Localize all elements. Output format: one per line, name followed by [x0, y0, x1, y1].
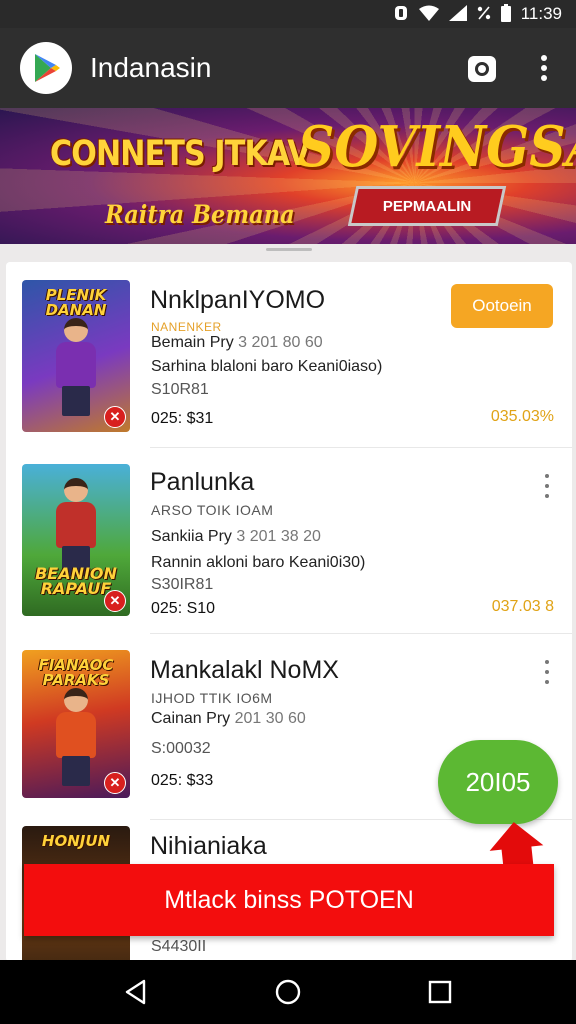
app-bar: Indanasin [0, 28, 576, 108]
nav-bar [0, 960, 576, 1024]
game-meta: Cainan Pry 201 30 60 [151, 710, 306, 727]
status-time: 11:39 [520, 4, 562, 23]
game-subtitle: ARSO TOIK IOAM [151, 502, 274, 518]
game-rating: 037.03 8 [491, 598, 554, 615]
vibrate-icon [477, 5, 491, 24]
game-title[interactable]: Mankalakl NoMX [150, 656, 339, 685]
game-price: 025: $33 [151, 772, 214, 789]
game-code: S4430II [151, 938, 207, 955]
game-subtitle: IJHOD TTIK IO6M [151, 690, 273, 706]
status-bar: 11:39 [0, 0, 576, 28]
nfc-icon [393, 5, 409, 24]
list-item[interactable]: PLENIK DANAN ✕ NnklpanIYOMO NANENKER Bem… [6, 262, 572, 448]
game-code: S10R81 [151, 381, 209, 398]
game-cover[interactable]: BEANION RAPAUF ✕ [22, 464, 130, 616]
close-icon[interactable]: ✕ [104, 590, 126, 612]
game-subtitle: NANENKER [151, 320, 222, 334]
promo-bar-button[interactable]: Mtlack binss POTOEN [24, 864, 554, 936]
drag-handle[interactable] [266, 248, 312, 251]
banner-divider [0, 244, 576, 260]
row-more-icon[interactable] [542, 474, 552, 498]
game-title[interactable]: NnklpanIYOMO [150, 286, 325, 315]
game-price: 025: S10 [151, 600, 216, 617]
banner-headline: CONNETS JTKAV [50, 134, 311, 174]
play-store-logo[interactable] [20, 42, 72, 94]
close-icon[interactable]: ✕ [104, 406, 126, 428]
screen: 11:39 Indanasin CONNETS JTKAV Raitra Bem… [0, 0, 576, 1024]
game-description: Rannin akloni baro Keani0i30) [151, 554, 366, 571]
banner-subline: Raitra Bemana [105, 200, 295, 229]
game-cover[interactable]: FIANAOC PARAKS ✕ [22, 650, 130, 798]
battery-icon [500, 3, 511, 25]
signal-icon [448, 4, 467, 24]
game-cover[interactable]: PLENIK DANAN ✕ [22, 280, 130, 432]
game-title[interactable]: Panlunka [150, 468, 254, 497]
home-icon[interactable] [272, 976, 304, 1008]
game-description: Sarhina blaloni baro Keani0iaso) [151, 358, 383, 375]
game-meta: Sankiia Pry 3 201 38 20 [151, 528, 321, 545]
game-meta: Bemain Pry 3 201 80 60 [151, 334, 323, 351]
game-code: S:00032 [151, 740, 211, 757]
row-more-icon[interactable] [542, 660, 552, 684]
app-title: Indanasin [90, 52, 212, 83]
close-icon[interactable]: ✕ [104, 772, 126, 794]
camera-icon[interactable] [466, 52, 498, 84]
game-price: 025: $31 [151, 410, 214, 427]
game-rating: 035.03% [490, 408, 554, 425]
score-fab[interactable]: 20I05 [438, 740, 558, 824]
list-item[interactable]: BEANION RAPAUF ✕ Panlunka ARSO TOIK IOAM… [6, 448, 572, 634]
wifi-icon [418, 5, 439, 24]
more-vert-icon[interactable] [530, 50, 558, 86]
game-title[interactable]: Nihianiaka [150, 832, 267, 861]
recents-icon[interactable] [424, 976, 456, 1008]
banner-title: SOVINGSA [298, 114, 576, 180]
get-button[interactable]: Ootoein [451, 284, 553, 328]
game-code: S30IR81 [151, 576, 214, 593]
back-icon[interactable] [120, 976, 152, 1008]
